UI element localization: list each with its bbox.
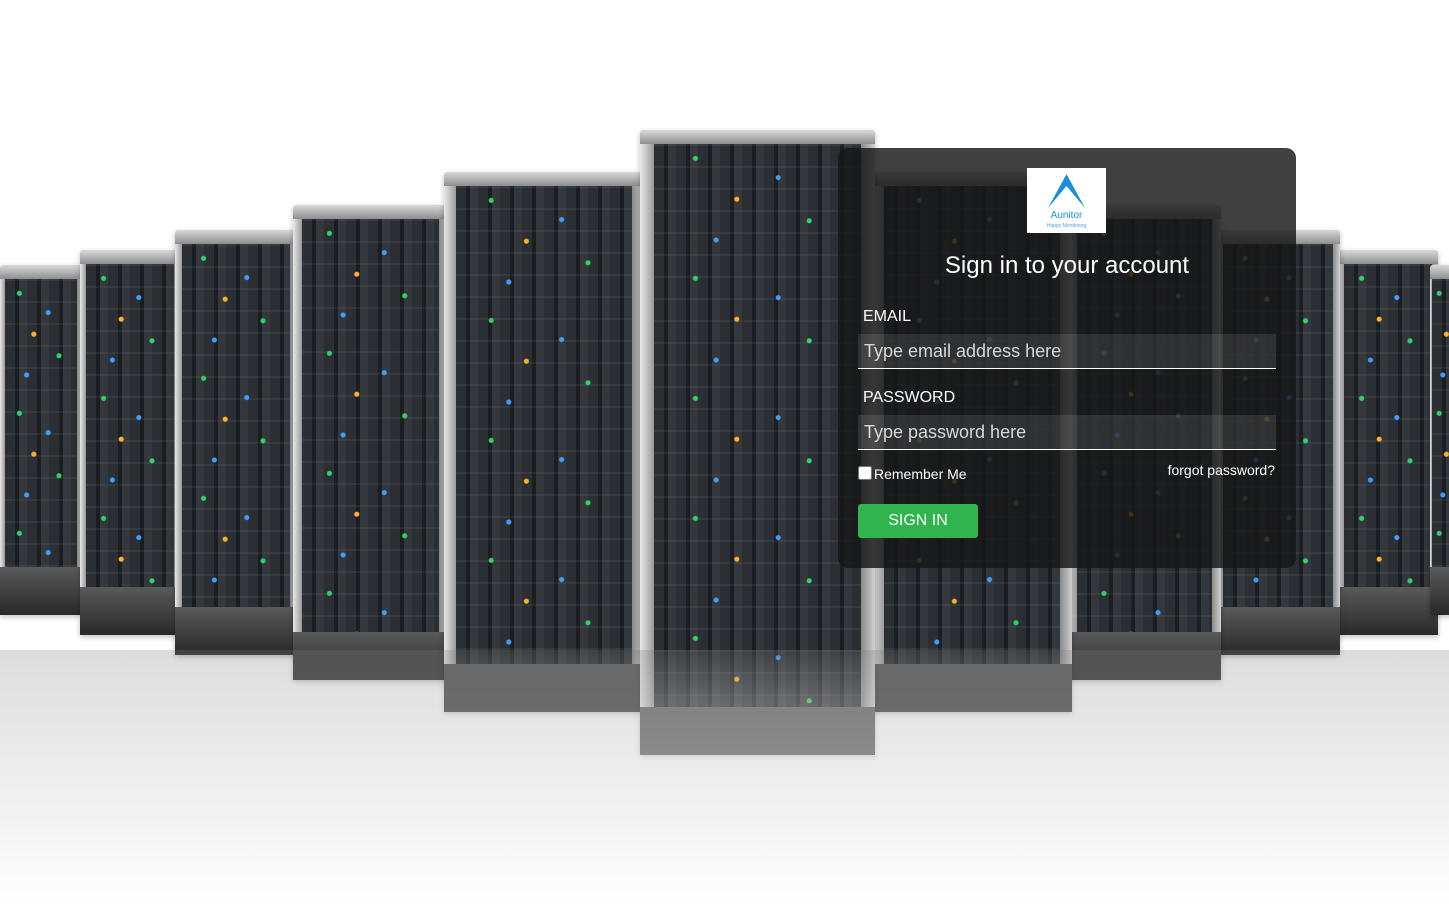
page-title: Sign in to your account bbox=[944, 252, 1190, 279]
brand-logo: Aunitor Happy Monitoring bbox=[1027, 168, 1106, 233]
remember-me-label[interactable]: Remember Me bbox=[874, 466, 967, 482]
remember-me-checkbox[interactable] bbox=[858, 466, 872, 480]
server-rack bbox=[80, 250, 180, 635]
password-field[interactable] bbox=[858, 415, 1276, 450]
sign-in-button[interactable]: SIGN IN bbox=[858, 504, 978, 538]
server-rack bbox=[293, 205, 448, 680]
forgot-password-link[interactable]: forgot password? bbox=[1140, 462, 1275, 478]
logo-tagline: Happy Monitoring bbox=[1046, 223, 1087, 229]
server-rack bbox=[1338, 250, 1438, 635]
email-label: EMAIL bbox=[863, 308, 912, 325]
password-label: PASSWORD bbox=[863, 389, 956, 406]
server-rack bbox=[175, 230, 297, 655]
email-field[interactable] bbox=[858, 334, 1276, 369]
server-rack bbox=[444, 172, 644, 712]
server-rack bbox=[0, 265, 82, 615]
logo-name: Aunitor bbox=[1050, 210, 1083, 221]
logo-mark-icon bbox=[1048, 174, 1085, 208]
floor-reflection bbox=[0, 650, 1449, 909]
server-rack bbox=[1430, 265, 1449, 615]
